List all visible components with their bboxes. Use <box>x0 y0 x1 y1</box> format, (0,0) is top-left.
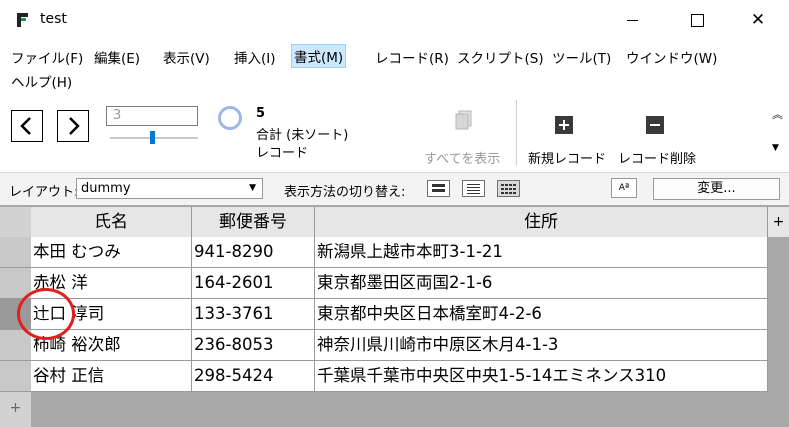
cell-address[interactable]: 千葉県千葉市中央区中央1-5-14エミネンス310 <box>315 361 768 392</box>
previous-record-button[interactable] <box>11 110 43 142</box>
list-view-icon <box>467 184 480 194</box>
cell-address[interactable]: 東京都中央区日本橋室町4-2-6 <box>315 299 768 330</box>
maximize-button[interactable] <box>672 0 722 40</box>
view-switch-label: 表示方法の切り替え: <box>284 185 406 200</box>
chevron-down-icon: ▼ <box>249 183 256 193</box>
cell-address[interactable]: 新潟県上越市本町3-1-21 <box>315 237 768 268</box>
close-icon: ✕ <box>750 10 766 30</box>
chevron-left-icon <box>20 117 31 135</box>
toolbar-separator <box>516 100 517 166</box>
show-all-button[interactable]: すべてを表示 <box>424 148 500 167</box>
menu-format[interactable]: 書式(M) <box>291 44 347 68</box>
add-record-button[interactable]: + <box>0 392 31 427</box>
column-header-zip[interactable]: 郵便番号 <box>192 207 315 237</box>
window-title: test <box>40 11 67 27</box>
menu-window[interactable]: ウインドウ(W) <box>623 45 720 69</box>
minimize-icon <box>626 19 638 21</box>
menu-records[interactable]: レコード(R) <box>372 45 452 69</box>
collapse-toolbar-icon[interactable]: ︽ <box>772 106 783 122</box>
form-view-button[interactable] <box>427 180 450 197</box>
header-corner <box>0 207 31 237</box>
cell-name[interactable]: 本田 むつみ <box>31 237 192 268</box>
layout-value: dummy <box>81 181 131 196</box>
menu-file[interactable]: ファイル(F) <box>8 45 86 69</box>
record-pie-icon <box>218 106 242 130</box>
record-slider-thumb[interactable] <box>150 131 155 144</box>
menu-help[interactable]: ヘルプ(H) <box>8 69 75 93</box>
column-header-address[interactable]: 住所 <box>315 207 768 237</box>
table-view-button[interactable] <box>497 180 520 197</box>
annotation-circle <box>17 288 75 340</box>
title-bar <box>0 0 789 40</box>
row-handle[interactable] <box>0 330 31 361</box>
total-unsorted-label: 合計 (未ソート) <box>256 128 349 143</box>
cell-address[interactable]: 東京都墨田区両国2-1-6 <box>315 268 768 299</box>
form-view-icon <box>432 184 445 192</box>
cell-zip[interactable]: 164-2601 <box>192 268 315 299</box>
record-count: 5 <box>256 106 266 121</box>
cell-zip[interactable]: 133-3761 <box>192 299 315 330</box>
new-record-button[interactable]: 新規レコード <box>528 148 606 167</box>
maximize-icon <box>690 13 704 27</box>
row-handle[interactable] <box>0 361 31 392</box>
chevron-right-icon <box>69 117 80 135</box>
layout-label: レイアウト: <box>9 185 79 200</box>
row-handle[interactable] <box>0 237 31 268</box>
menu-edit[interactable]: 編集(E) <box>91 45 143 69</box>
layout-select[interactable]: dummy ▼ <box>76 178 263 199</box>
close-button[interactable]: ✕ <box>733 0 783 40</box>
next-record-button[interactable] <box>57 110 89 142</box>
minimize-button[interactable] <box>607 0 657 40</box>
list-view-button[interactable] <box>462 180 485 197</box>
app-icon <box>17 13 28 27</box>
cell-zip[interactable]: 236-8053 <box>192 330 315 361</box>
cell-name[interactable]: 谷村 正信 <box>31 361 192 392</box>
new-record-icon <box>555 116 573 138</box>
table-view-icon <box>501 184 516 194</box>
record-label: レコード <box>256 146 309 161</box>
menu-view[interactable]: 表示(V) <box>160 45 213 69</box>
toolbar-overflow-icon[interactable]: ▼ <box>772 143 779 153</box>
delete-record-icon <box>646 116 664 138</box>
show-all-icon <box>452 109 476 137</box>
change-button[interactable]: 変更... <box>653 178 780 200</box>
menu-insert[interactable]: 挿入(I) <box>231 45 279 69</box>
cell-address[interactable]: 神奈川県川崎市中原区木月4-1-3 <box>315 330 768 361</box>
cell-zip[interactable]: 298-5424 <box>192 361 315 392</box>
record-number-input[interactable]: 3 <box>106 106 198 126</box>
cell-zip[interactable]: 941-8290 <box>192 237 315 268</box>
column-header-name[interactable]: 氏名 <box>31 207 192 237</box>
menu-scripts[interactable]: スクリプト(S) <box>454 45 547 69</box>
font-size-button[interactable]: Aª <box>611 178 637 198</box>
add-field-button[interactable]: + <box>768 207 789 237</box>
delete-record-button[interactable]: レコード削除 <box>618 148 696 167</box>
menu-tools[interactable]: ツール(T) <box>549 45 614 69</box>
